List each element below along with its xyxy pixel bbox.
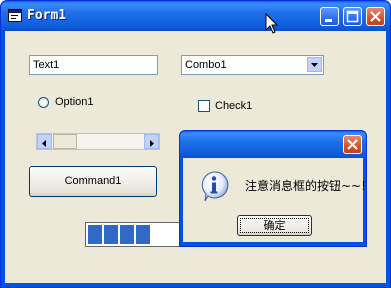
info-icon xyxy=(201,171,229,202)
ok-label: 确定 xyxy=(263,219,286,232)
text1-textbox[interactable]: Text1 xyxy=(29,55,158,75)
message-box: 注意消息框的按钮~~! 确定 xyxy=(179,130,367,247)
scroll-left-button[interactable] xyxy=(37,134,52,149)
option1-radio[interactable] xyxy=(38,97,49,108)
progress-block xyxy=(104,225,118,244)
check1-checkbox[interactable] xyxy=(198,100,210,112)
maximize-icon xyxy=(346,10,359,23)
scroll-thumb[interactable] xyxy=(53,134,77,149)
message-box-close-button[interactable] xyxy=(343,135,362,154)
title-bar[interactable]: Form1 xyxy=(1,1,390,31)
progress-block xyxy=(88,225,102,244)
message-box-title-bar[interactable] xyxy=(180,131,366,158)
minimize-icon xyxy=(325,19,332,22)
check1-label[interactable]: Check1 xyxy=(215,100,252,112)
message-text: 注意消息框的按钮~~! xyxy=(245,179,366,193)
progress-block xyxy=(120,225,134,244)
chevron-down-icon xyxy=(311,63,318,67)
hscroll1-scrollbar[interactable] xyxy=(36,133,160,150)
mouse-cursor-icon xyxy=(265,13,279,34)
form-icon xyxy=(8,9,22,22)
text1-value: Text1 xyxy=(33,59,60,71)
message-box-client: 注意消息框的按钮~~! 确定 xyxy=(183,158,366,242)
window-title: Form1 xyxy=(27,8,67,23)
option1-label[interactable]: Option1 xyxy=(55,96,94,108)
close-icon xyxy=(347,139,358,150)
command1-button[interactable]: Command1 xyxy=(29,166,157,197)
progress-bar xyxy=(85,222,183,247)
minimize-button[interactable] xyxy=(320,7,339,26)
combo1-combobox[interactable]: Combo1 xyxy=(181,55,324,75)
chevron-right-icon xyxy=(150,140,154,147)
scroll-right-button[interactable] xyxy=(144,134,159,149)
ok-button[interactable]: 确定 xyxy=(237,215,312,236)
combo1-dropdown-button[interactable] xyxy=(307,57,322,72)
progress-block xyxy=(136,225,150,244)
close-button[interactable] xyxy=(366,7,385,26)
maximize-button[interactable] xyxy=(343,7,362,26)
combo1-value: Combo1 xyxy=(185,59,227,71)
chevron-left-icon xyxy=(42,140,46,147)
close-icon xyxy=(370,11,381,22)
command1-label: Command1 xyxy=(64,175,122,187)
